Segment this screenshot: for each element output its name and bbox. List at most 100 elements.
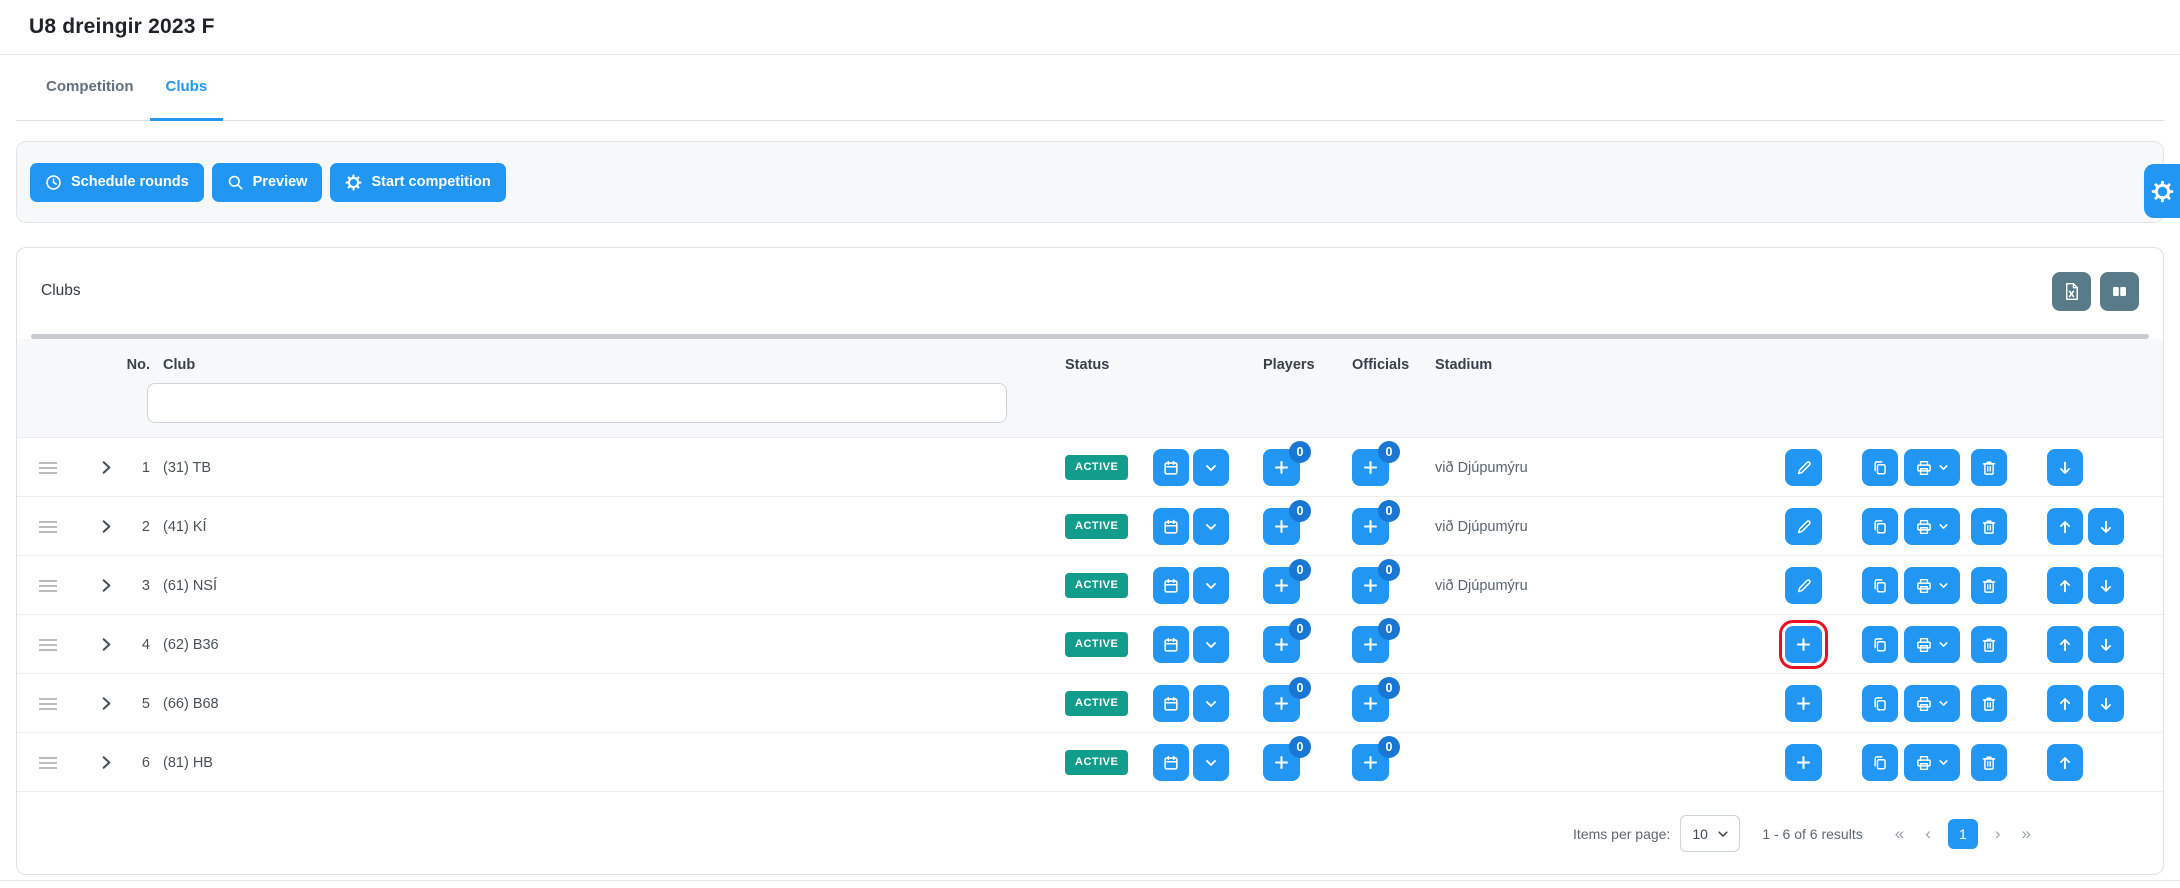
search-icon [227, 174, 244, 191]
move-down-button[interactable] [2088, 567, 2124, 604]
drag-handle[interactable] [39, 698, 57, 710]
print-button[interactable] [1904, 744, 1960, 781]
move-up-button[interactable] [2047, 626, 2083, 663]
edit-stadium-button[interactable] [1785, 567, 1822, 604]
pagination-last-button[interactable]: » [2018, 823, 2035, 844]
schedule-dropdown-button[interactable] [1193, 626, 1229, 663]
drag-handle[interactable] [39, 757, 57, 769]
add-official-button[interactable]: 0 [1352, 508, 1389, 545]
arrow-down-icon [2097, 636, 2115, 654]
add-stadium-button[interactable] [1785, 626, 1822, 663]
add-official-button[interactable]: 0 [1352, 626, 1389, 663]
move-up-button[interactable] [2047, 508, 2083, 545]
trash-icon [1980, 518, 1998, 536]
schedule-button[interactable] [1153, 626, 1189, 663]
copy-club-button[interactable] [1862, 567, 1898, 604]
copy-club-button[interactable] [1862, 685, 1898, 722]
start-competition-button[interactable]: Start competition [330, 163, 505, 202]
add-player-button[interactable]: 0 [1263, 685, 1300, 722]
pagination-next-button[interactable]: › [1991, 823, 2005, 844]
schedule-button[interactable] [1153, 567, 1189, 604]
print-button[interactable] [1904, 567, 1960, 604]
move-down-button[interactable] [2088, 508, 2124, 545]
schedule-dropdown-button[interactable] [1193, 508, 1229, 545]
chevron-down-icon [1203, 578, 1219, 594]
pagination-first-button[interactable]: « [1891, 823, 1908, 844]
delete-club-button[interactable] [1971, 508, 2007, 545]
column-header-club: Club [163, 351, 195, 379]
officials-count-badge: 0 [1378, 500, 1400, 522]
tab-clubs[interactable]: Clubs [150, 55, 224, 121]
schedule-dropdown-button[interactable] [1193, 685, 1229, 722]
schedule-dropdown-button[interactable] [1193, 567, 1229, 604]
move-down-button[interactable] [2088, 685, 2124, 722]
column-header-officials: Officials [1352, 351, 1409, 379]
stadium-action-cell [1785, 438, 1822, 497]
drag-handle[interactable] [39, 521, 57, 533]
delete-club-button[interactable] [1971, 685, 2007, 722]
add-stadium-button[interactable] [1785, 685, 1822, 722]
toggle-columns-button[interactable] [2100, 272, 2139, 311]
move-up-button[interactable] [2047, 744, 2083, 781]
trash-icon [1980, 577, 1998, 595]
move-down-button[interactable] [2088, 626, 2124, 663]
copy-club-button[interactable] [1862, 744, 1898, 781]
settings-flyout-button[interactable] [2144, 164, 2180, 218]
drag-handle[interactable] [39, 462, 57, 474]
arrow-up-icon [2056, 636, 2074, 654]
add-player-button[interactable]: 0 [1263, 626, 1300, 663]
status-cell: ACTIVE [1065, 674, 1128, 733]
preview-button[interactable]: Preview [212, 163, 323, 202]
add-official-button[interactable]: 0 [1352, 449, 1389, 486]
column-header-players: Players [1263, 351, 1315, 379]
calendar-icon [1162, 754, 1180, 772]
copy-club-button[interactable] [1862, 626, 1898, 663]
row-actions-cell [1862, 438, 2007, 497]
delete-club-button[interactable] [1971, 567, 2007, 604]
print-button[interactable] [1904, 449, 1960, 486]
schedule-dropdown-button[interactable] [1193, 744, 1229, 781]
drag-handle[interactable] [39, 580, 57, 592]
schedule-cell [1153, 438, 1229, 497]
print-button[interactable] [1904, 508, 1960, 545]
edit-stadium-button[interactable] [1785, 508, 1822, 545]
print-button[interactable] [1904, 685, 1960, 722]
add-official-button[interactable]: 0 [1352, 567, 1389, 604]
pagination-prev-button[interactable]: ‹ [1921, 823, 1935, 844]
tab-competition[interactable]: Competition [30, 55, 150, 121]
add-official-button[interactable]: 0 [1352, 744, 1389, 781]
add-player-button[interactable]: 0 [1263, 449, 1300, 486]
drag-handle[interactable] [39, 639, 57, 651]
drag-cell [39, 615, 57, 674]
tab-bar: Competition Clubs [16, 55, 2164, 121]
copy-club-button[interactable] [1862, 508, 1898, 545]
players-count-badge: 0 [1289, 677, 1311, 699]
items-per-page-select[interactable]: 10 [1680, 815, 1740, 852]
add-player-button[interactable]: 0 [1263, 567, 1300, 604]
copy-club-button[interactable] [1862, 449, 1898, 486]
add-official-button[interactable]: 0 [1352, 685, 1389, 722]
print-button[interactable] [1904, 626, 1960, 663]
schedule-rounds-button[interactable]: Schedule rounds [30, 163, 204, 202]
pagination-page-1-button[interactable]: 1 [1948, 819, 1978, 849]
schedule-button[interactable] [1153, 744, 1189, 781]
schedule-button[interactable] [1153, 508, 1189, 545]
delete-club-button[interactable] [1971, 449, 2007, 486]
move-up-button[interactable] [2047, 685, 2083, 722]
delete-club-button[interactable] [1971, 626, 2007, 663]
move-down-button[interactable] [2047, 449, 2083, 486]
row-no: 3 [110, 556, 150, 615]
schedule-button[interactable] [1153, 685, 1189, 722]
add-player-button[interactable]: 0 [1263, 744, 1300, 781]
schedule-button[interactable] [1153, 449, 1189, 486]
table-row: 3 (61) NSÍ ACTIVE 0 0 [17, 556, 2163, 615]
schedule-dropdown-button[interactable] [1193, 449, 1229, 486]
add-player-button[interactable]: 0 [1263, 508, 1300, 545]
club-filter-input[interactable] [147, 383, 1007, 423]
printer-icon [1915, 636, 1933, 654]
export-excel-button[interactable] [2052, 272, 2091, 311]
edit-stadium-button[interactable] [1785, 449, 1822, 486]
move-up-button[interactable] [2047, 567, 2083, 604]
add-stadium-button[interactable] [1785, 744, 1822, 781]
delete-club-button[interactable] [1971, 744, 2007, 781]
